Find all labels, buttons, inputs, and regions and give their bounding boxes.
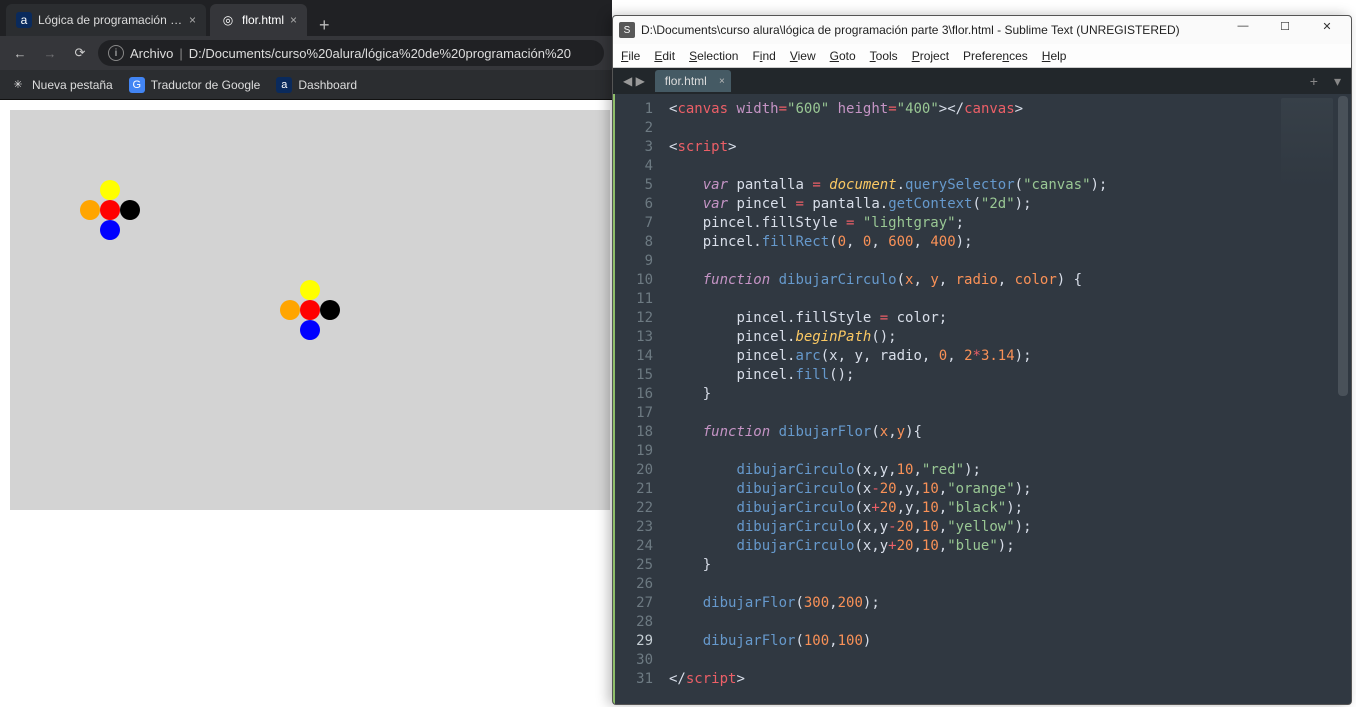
- chrome-tab-0[interactable]: a Lógica de programación parte 3: ×: [6, 4, 206, 36]
- bookmark-icon: a: [276, 77, 292, 93]
- app-icon: S: [619, 22, 635, 38]
- bookmark-icon: G: [129, 77, 145, 93]
- menu-view[interactable]: View: [790, 49, 816, 63]
- close-icon[interactable]: ×: [719, 76, 725, 87]
- menu-edit[interactable]: Edit: [654, 49, 675, 63]
- bookmark-icon: ✳: [10, 77, 26, 93]
- back-button[interactable]: ←: [8, 41, 32, 65]
- tab-nav-arrows[interactable]: ◀ ▶: [617, 74, 651, 88]
- titlebar[interactable]: S D:\Documents\curso alura\lógica de pro…: [613, 16, 1351, 44]
- flower-petal: [300, 280, 320, 300]
- editor-area[interactable]: 1234567891011121314151617181920212223242…: [613, 94, 1351, 705]
- tab-title: flor.html: [242, 13, 284, 27]
- close-icon[interactable]: ×: [189, 13, 196, 27]
- flower-petal: [100, 220, 120, 240]
- menu-tools[interactable]: Tools: [870, 49, 898, 63]
- page-viewport: [0, 100, 612, 707]
- bookmark-label: Nueva pestaña: [32, 78, 113, 92]
- editor-tab-strip: ◀ ▶ flor.html × + ▾: [613, 68, 1351, 94]
- menu-selection[interactable]: Selection: [689, 49, 738, 63]
- maximize-button[interactable]: ☐: [1267, 20, 1303, 40]
- line-number-gutter: 1234567891011121314151617181920212223242…: [613, 94, 661, 705]
- bookmark-label: Traductor de Google: [151, 78, 261, 92]
- flower-petal: [300, 320, 320, 340]
- flower-petal: [80, 200, 100, 220]
- flower-petal: [300, 300, 320, 320]
- close-button[interactable]: ✕: [1309, 20, 1345, 40]
- title-text: D:\Documents\curso alura\lógica de progr…: [641, 23, 1180, 37]
- new-tab-button[interactable]: +: [311, 15, 338, 36]
- flower-petal: [100, 200, 120, 220]
- editor-tab-title: flor.html: [665, 74, 707, 88]
- close-icon[interactable]: ×: [290, 13, 297, 27]
- bookmark-traductor[interactable]: G Traductor de Google: [129, 77, 261, 93]
- menu-project[interactable]: Project: [912, 49, 949, 63]
- menu-file[interactable]: File: [621, 49, 640, 63]
- menu-goto[interactable]: Goto: [830, 49, 856, 63]
- site-info-icon[interactable]: i: [108, 45, 124, 61]
- code-content[interactable]: <canvas width="600" height="400"></canva…: [661, 94, 1351, 705]
- new-tab-button[interactable]: +: [1304, 73, 1324, 89]
- menu-help[interactable]: Help: [1042, 49, 1067, 63]
- menu-find[interactable]: Find: [752, 49, 775, 63]
- bookmarks-bar: ✳ Nueva pestaña G Traductor de Google a …: [0, 70, 612, 100]
- flower-petal: [100, 180, 120, 200]
- sublime-window: S D:\Documents\curso alura\lógica de pro…: [612, 15, 1352, 705]
- flower-petal: [280, 300, 300, 320]
- url-text: D:/Documents/curso%20alura/lógica%20de%2…: [189, 46, 571, 61]
- scrollbar[interactable]: [1337, 94, 1349, 705]
- chrome-tab-strip: a Lógica de programación parte 3: × ◎ fl…: [0, 0, 612, 36]
- chrome-toolbar: ← → ⟳ i Archivo | D:/Documents/curso%20a…: [0, 36, 612, 70]
- scrollbar-thumb[interactable]: [1338, 96, 1348, 396]
- canvas: [10, 110, 610, 510]
- tab-dropdown-icon[interactable]: ▾: [1328, 73, 1347, 90]
- url-prefix: Archivo: [130, 46, 173, 61]
- reload-button[interactable]: ⟳: [68, 41, 92, 65]
- bookmark-label: Dashboard: [298, 78, 357, 92]
- favicon-icon: a: [16, 12, 32, 28]
- address-bar[interactable]: i Archivo | D:/Documents/curso%20alura/l…: [98, 40, 604, 66]
- flower-petal: [320, 300, 340, 320]
- menu-preferences[interactable]: Preferences: [963, 49, 1028, 63]
- menu-bar: File Edit Selection Find View Goto Tools…: [613, 44, 1351, 68]
- editor-tab[interactable]: flor.html ×: [655, 70, 731, 92]
- bookmark-nueva-pestana[interactable]: ✳ Nueva pestaña: [10, 77, 113, 93]
- minimize-button[interactable]: —: [1225, 20, 1261, 40]
- minimap[interactable]: [1281, 98, 1333, 188]
- chrome-tab-1[interactable]: ◎ flor.html ×: [210, 4, 307, 36]
- tab-title: Lógica de programación parte 3:: [38, 13, 183, 27]
- chrome-window: a Lógica de programación parte 3: × ◎ fl…: [0, 0, 612, 707]
- favicon-icon: ◎: [220, 12, 236, 28]
- bookmark-dashboard[interactable]: a Dashboard: [276, 77, 357, 93]
- forward-button[interactable]: →: [38, 41, 62, 65]
- flower-petal: [120, 200, 140, 220]
